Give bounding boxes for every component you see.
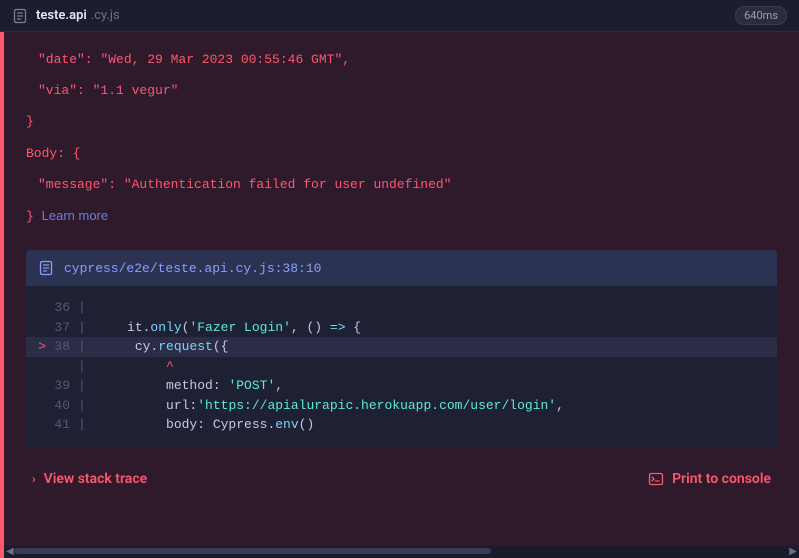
main-area: "date": "Wed, 29 Mar 2023 00:55:46 GMT",… xyxy=(0,32,799,558)
error-via-line: "via": "1.1 vegur" xyxy=(26,75,777,106)
error-close-brace: } xyxy=(26,106,777,137)
header-bar: teste.api .cy.js 640ms xyxy=(0,0,799,32)
code-line: >38| cy.request({ xyxy=(26,337,777,357)
learn-more-link[interactable]: Learn more xyxy=(42,208,108,223)
chevron-right-icon: › xyxy=(32,472,36,486)
error-message-line: "message": "Authentication failed for us… xyxy=(26,169,777,200)
code-line: | ^ xyxy=(26,357,777,377)
error-body-close: } Learn more xyxy=(26,200,777,232)
error-date-line: "date": "Wed, 29 Mar 2023 00:55:46 GMT", xyxy=(26,44,777,75)
code-line: 39| method: 'POST', xyxy=(26,376,777,396)
file-icon xyxy=(12,8,28,24)
error-text-block: "date": "Wed, 29 Mar 2023 00:55:46 GMT",… xyxy=(4,44,799,232)
view-stack-trace-button[interactable]: › View stack trace xyxy=(32,471,147,487)
error-content: "date": "Wed, 29 Mar 2023 00:55:46 GMT",… xyxy=(4,32,799,558)
scroll-right-icon[interactable]: ▶ xyxy=(787,546,799,558)
code-line: 40| url:'https://apialurapic.herokuapp.c… xyxy=(26,396,777,416)
header-left: teste.api .cy.js xyxy=(12,8,120,24)
code-line: 37| it.only('Fazer Login', () => { xyxy=(26,318,777,338)
duration-badge: 640ms xyxy=(735,6,787,25)
file-title: teste.api xyxy=(36,8,87,23)
code-line: 41| body: Cypress.env() xyxy=(26,415,777,435)
error-body-open: Body: { xyxy=(26,138,777,169)
file-extension: .cy.js xyxy=(91,8,120,23)
print-to-console-button[interactable]: Print to console xyxy=(648,471,771,487)
code-line: 36| xyxy=(26,298,777,318)
footer-actions: › View stack trace Print to console xyxy=(4,447,799,499)
code-block: 36|37| it.only('Fazer Login', () => {>38… xyxy=(26,286,777,447)
horizontal-scrollbar[interactable]: ◀ ▶ xyxy=(4,546,799,558)
codeframe-path: cypress/e2e/teste.api.cy.js:38:10 xyxy=(64,261,321,276)
file-icon xyxy=(38,260,54,276)
console-icon xyxy=(648,471,664,487)
scrollbar-thumb[interactable] xyxy=(14,548,491,554)
codeframe-path-link[interactable]: cypress/e2e/teste.api.cy.js:38:10 xyxy=(26,250,777,286)
